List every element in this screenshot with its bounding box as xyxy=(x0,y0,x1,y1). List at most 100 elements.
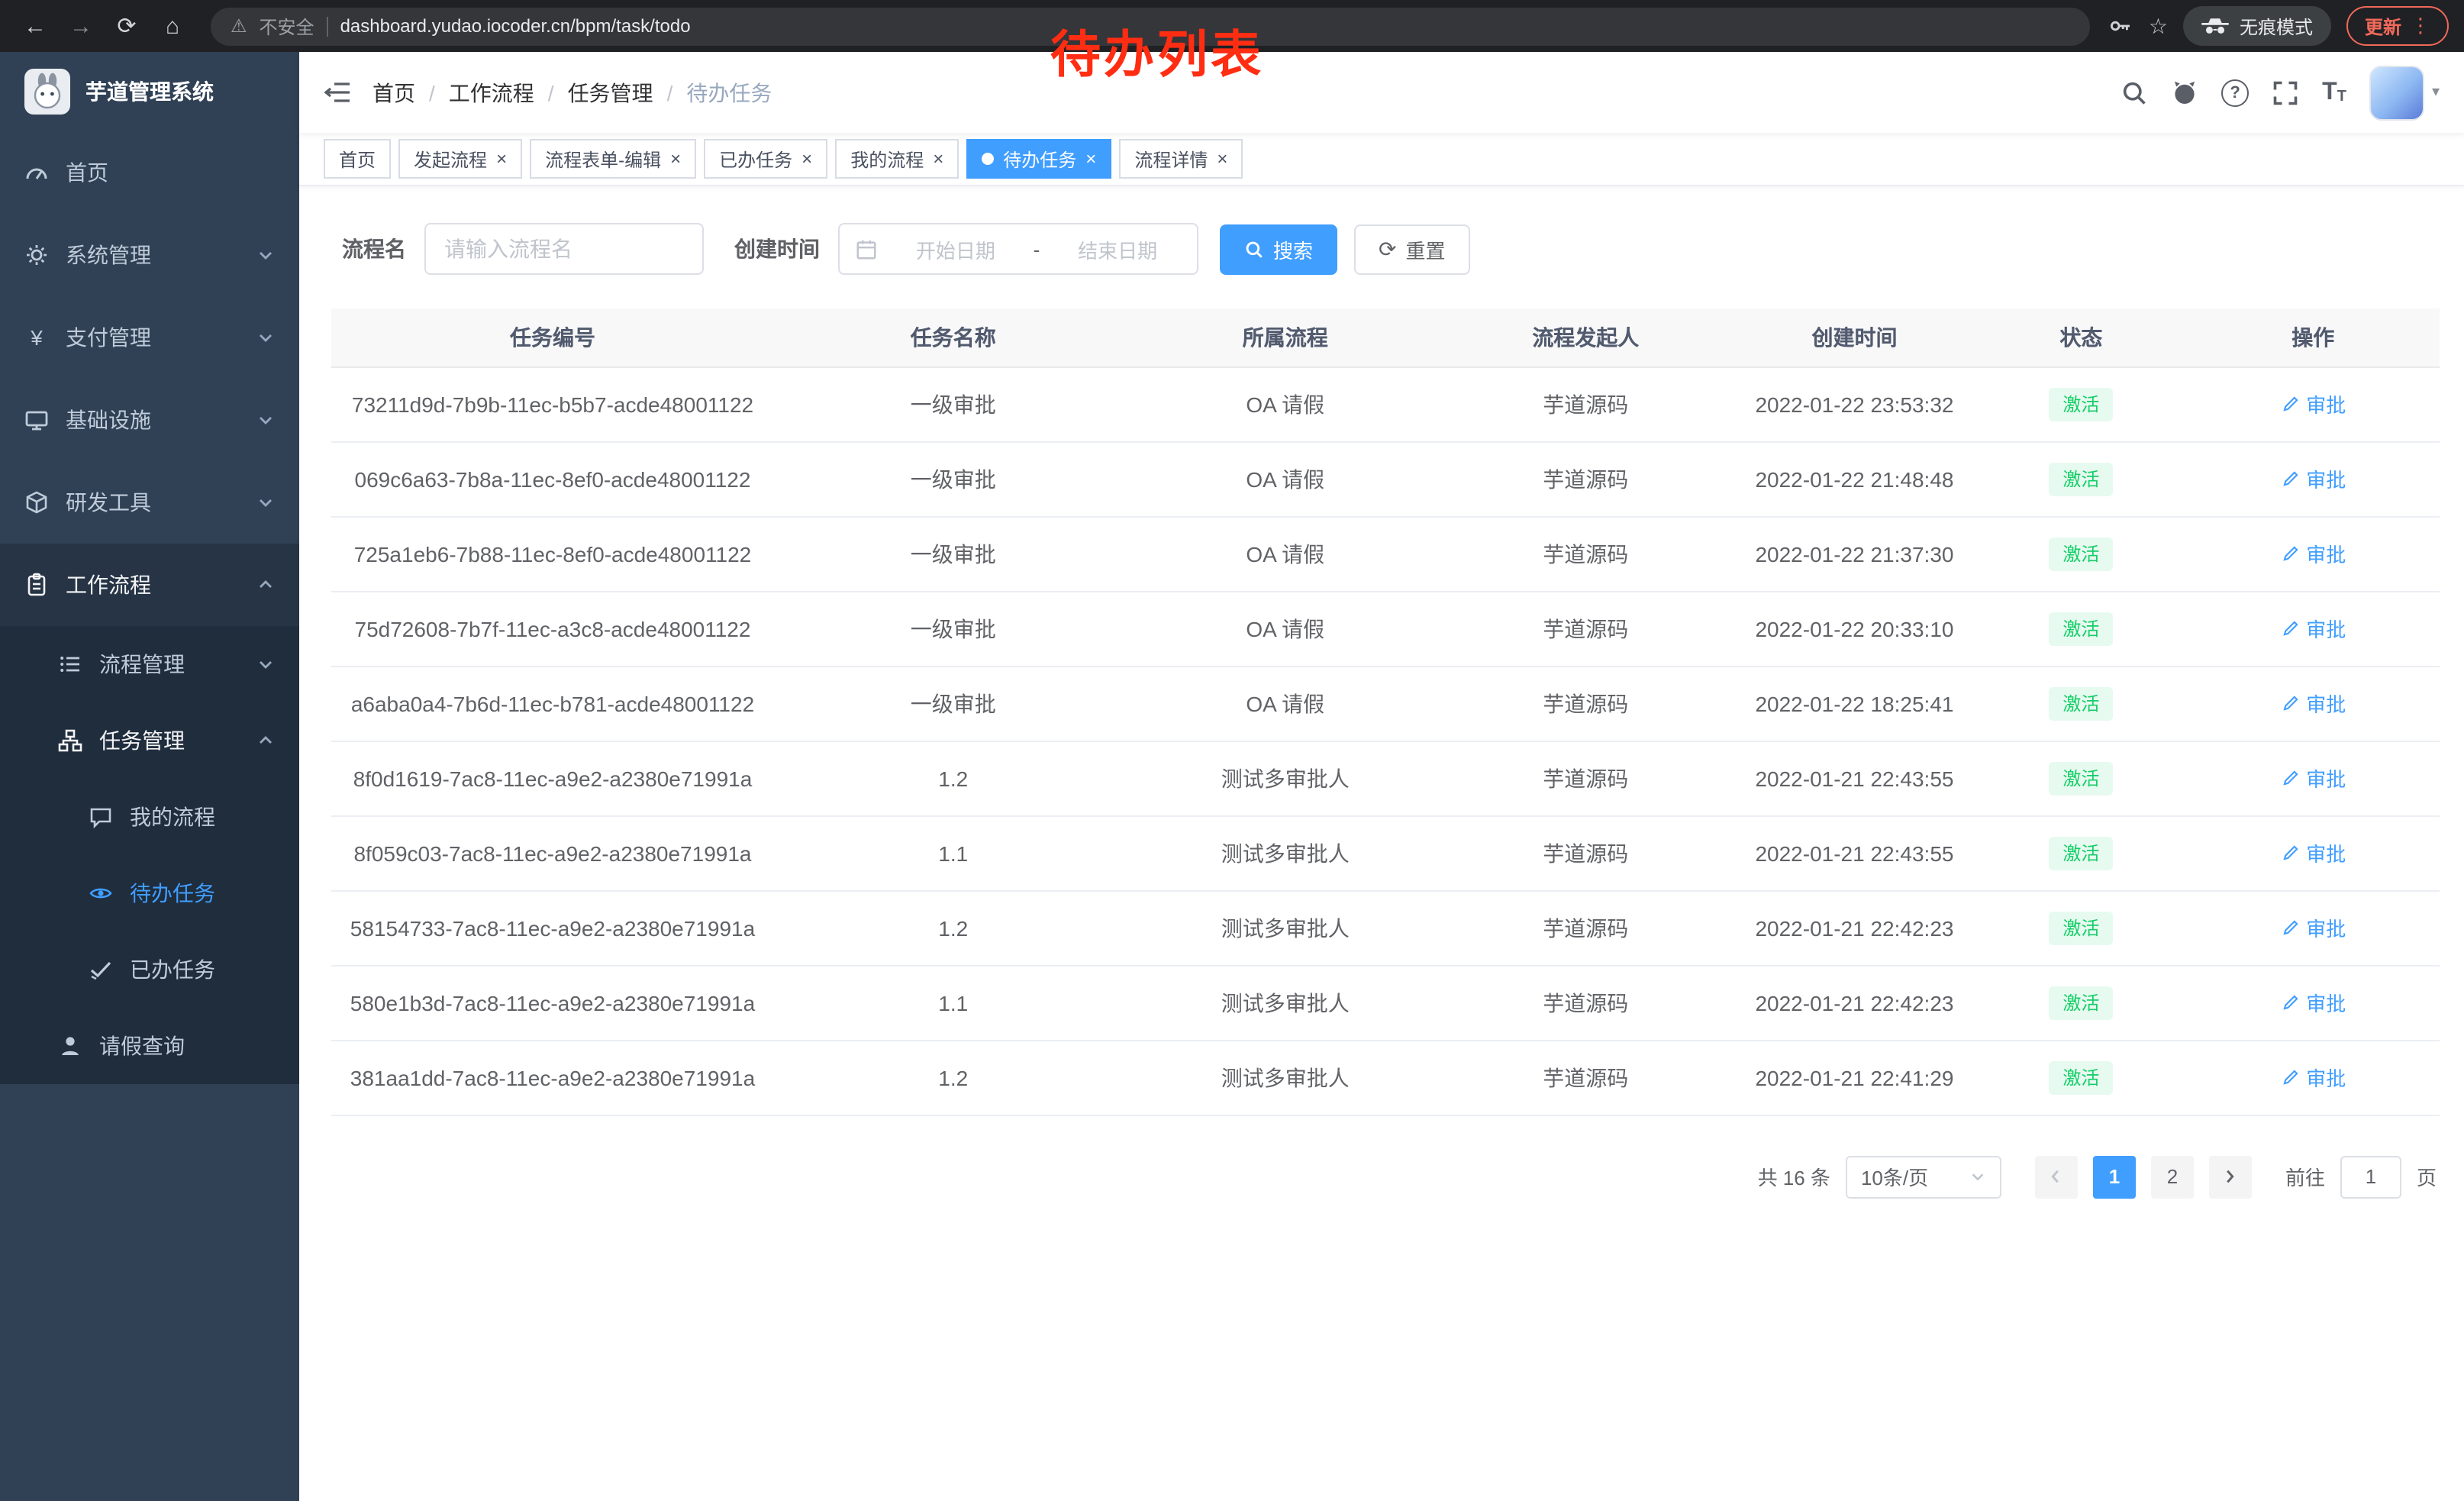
cell-created: 2022-01-22 23:53:32 xyxy=(1734,366,1976,441)
tag-label: 我的流程 xyxy=(850,146,924,172)
check-icon xyxy=(89,957,113,982)
table-row: 381aa1dd-7ac8-11ec-a9e2-a2380e71991a 1.2… xyxy=(331,1040,2440,1115)
next-page-button[interactable] xyxy=(2209,1155,2252,1198)
approve-link[interactable]: 审批 xyxy=(2280,614,2346,643)
app-shell: 芋道管理系统 首页 系统管理 ¥ 支付管理 xyxy=(0,52,2464,1501)
close-icon[interactable]: × xyxy=(801,150,812,168)
tag-process-detail[interactable]: 流程详情 × xyxy=(1119,139,1243,179)
prev-page-button[interactable] xyxy=(2035,1155,2078,1198)
cell-process: 测试多审批人 xyxy=(1133,1040,1438,1115)
clipboard-icon xyxy=(24,573,49,597)
process-name-input[interactable] xyxy=(424,223,704,275)
tag-todo-task[interactable]: 待办任务 × xyxy=(966,139,1111,179)
breadcrumb-item-home[interactable]: 首页 xyxy=(373,77,415,108)
password-key-icon[interactable] xyxy=(2109,14,2133,38)
sidebar-item-leave-query[interactable]: 请假查询 xyxy=(0,1008,299,1084)
tag-my-process[interactable]: 我的流程 × xyxy=(835,139,959,179)
cell-task-name: 1.2 xyxy=(774,741,1133,815)
approve-link[interactable]: 审批 xyxy=(2280,389,2346,418)
approve-link[interactable]: 审批 xyxy=(2280,689,2346,718)
breadcrumb-item-workflow[interactable]: 工作流程 xyxy=(449,77,534,108)
page-size-value: 10条/页 xyxy=(1861,1162,1928,1191)
tag-process-form-edit[interactable]: 流程表单-编辑 × xyxy=(530,139,696,179)
fullscreen-icon[interactable] xyxy=(2272,79,2299,106)
red-annotation-text: 待办列表 xyxy=(1050,14,1264,87)
sidebar-collapse-icon[interactable] xyxy=(324,81,351,104)
search-icon[interactable] xyxy=(2121,79,2148,106)
active-tag-dot xyxy=(982,153,994,165)
sidebar-item-workflow[interactable]: 工作流程 xyxy=(0,544,299,626)
tag-done-task[interactable]: 已办任务 × xyxy=(704,139,827,179)
edit-icon xyxy=(2280,918,2300,938)
approve-link[interactable]: 审批 xyxy=(2280,988,2346,1017)
cell-task-id: 58154733-7ac8-11ec-a9e2-a2380e71991a xyxy=(331,890,774,965)
status-badge: 激活 xyxy=(2049,986,2113,1019)
browser-back-icon[interactable]: ← xyxy=(15,6,55,46)
browser-home-icon[interactable]: ⌂ xyxy=(153,6,192,46)
font-size-icon[interactable]: TT xyxy=(2322,80,2346,105)
cell-task-name: 一级审批 xyxy=(774,366,1133,441)
tag-home[interactable]: 首页 xyxy=(324,139,391,179)
edit-icon xyxy=(2280,544,2300,563)
search-button[interactable]: 搜索 xyxy=(1220,224,1337,274)
chevron-down-icon xyxy=(1969,1168,1986,1185)
sidebar-item-payment[interactable]: ¥ 支付管理 xyxy=(0,296,299,379)
col-task-name: 任务名称 xyxy=(774,308,1133,366)
approve-link[interactable]: 审批 xyxy=(2280,464,2346,493)
approve-link[interactable]: 审批 xyxy=(2280,838,2346,867)
sidebar-logo-row[interactable]: 芋道管理系统 xyxy=(0,52,299,131)
page-size-select[interactable]: 10条/页 xyxy=(1846,1155,2001,1198)
table-row: a6aba0a4-7b6d-11ec-b781-acde48001122 一级审… xyxy=(331,666,2440,741)
browser-reload-icon[interactable]: ⟳ xyxy=(107,6,147,46)
browser-menu-dots-icon[interactable]: ⋮ xyxy=(2411,14,2430,38)
approve-link[interactable]: 审批 xyxy=(2280,539,2346,568)
status-badge: 激活 xyxy=(2049,462,2113,495)
workflow-submenu: 流程管理 任务管理 我的流程 xyxy=(0,626,299,1084)
github-icon[interactable] xyxy=(2171,79,2198,106)
browser-update-button[interactable]: 更新 ⋮ xyxy=(2346,6,2449,46)
breadcrumb: 首页 / 工作流程 / 任务管理 / 待办任务 xyxy=(373,77,772,108)
bookmark-star-icon[interactable]: ☆ xyxy=(2149,13,2168,39)
breadcrumb-separator: / xyxy=(429,80,435,105)
sidebar-item-todo-task[interactable]: 待办任务 xyxy=(0,855,299,931)
approve-label: 审批 xyxy=(2306,689,2346,718)
close-icon[interactable]: × xyxy=(1085,150,1096,168)
col-actions: 操作 xyxy=(2186,308,2440,366)
close-icon[interactable]: × xyxy=(670,150,681,168)
incognito-label: 无痕模式 xyxy=(2240,13,2313,39)
close-icon[interactable]: × xyxy=(496,150,507,168)
browser-forward-icon[interactable]: → xyxy=(61,6,101,46)
search-button-label: 搜索 xyxy=(1273,234,1313,263)
cell-task-name: 1.2 xyxy=(774,890,1133,965)
avatar-caret-icon: ▾ xyxy=(2432,84,2440,101)
approve-link[interactable]: 审批 xyxy=(2280,1063,2346,1092)
close-icon[interactable]: × xyxy=(933,150,943,168)
cell-initiator: 芋道源码 xyxy=(1438,741,1734,815)
cell-task-id: 8f059c03-7ac8-11ec-a9e2-a2380e71991a xyxy=(331,815,774,890)
tag-start-process[interactable]: 发起流程 × xyxy=(398,139,522,179)
sidebar-item-task-management[interactable]: 任务管理 xyxy=(0,702,299,779)
create-time-range-picker[interactable]: 开始日期 - 结束日期 xyxy=(838,223,1198,275)
approve-label: 审批 xyxy=(2306,464,2346,493)
sidebar-item-my-process[interactable]: 我的流程 xyxy=(0,779,299,855)
sidebar-item-process-management[interactable]: 流程管理 xyxy=(0,626,299,702)
goto-page-input[interactable] xyxy=(2340,1155,2401,1198)
page-button-2[interactable]: 2 xyxy=(2151,1155,2194,1198)
close-icon[interactable]: × xyxy=(1217,150,1227,168)
breadcrumb-item-task-management[interactable]: 任务管理 xyxy=(568,77,653,108)
sidebar-item-infrastructure[interactable]: 基础设施 xyxy=(0,379,299,461)
filter-bar: 流程名 创建时间 开始日期 - 结束日期 xyxy=(342,223,2440,275)
calendar-icon xyxy=(855,237,878,260)
reset-button[interactable]: ⟳ 重置 xyxy=(1354,224,1470,274)
sidebar-item-done-task[interactable]: 已办任务 xyxy=(0,931,299,1008)
sidebar-item-home[interactable]: 首页 xyxy=(0,131,299,214)
sidebar-item-devtools[interactable]: 研发工具 xyxy=(0,461,299,544)
approve-link[interactable]: 审批 xyxy=(2280,913,2346,942)
user-avatar-menu[interactable]: ▾ xyxy=(2369,65,2440,120)
table-row: 58154733-7ac8-11ec-a9e2-a2380e71991a 1.2… xyxy=(331,890,2440,965)
avatar[interactable] xyxy=(2369,65,2424,120)
sidebar-item-system[interactable]: 系统管理 xyxy=(0,214,299,296)
approve-link[interactable]: 审批 xyxy=(2280,763,2346,792)
help-icon[interactable]: ? xyxy=(2221,79,2249,106)
page-button-1[interactable]: 1 xyxy=(2093,1155,2136,1198)
